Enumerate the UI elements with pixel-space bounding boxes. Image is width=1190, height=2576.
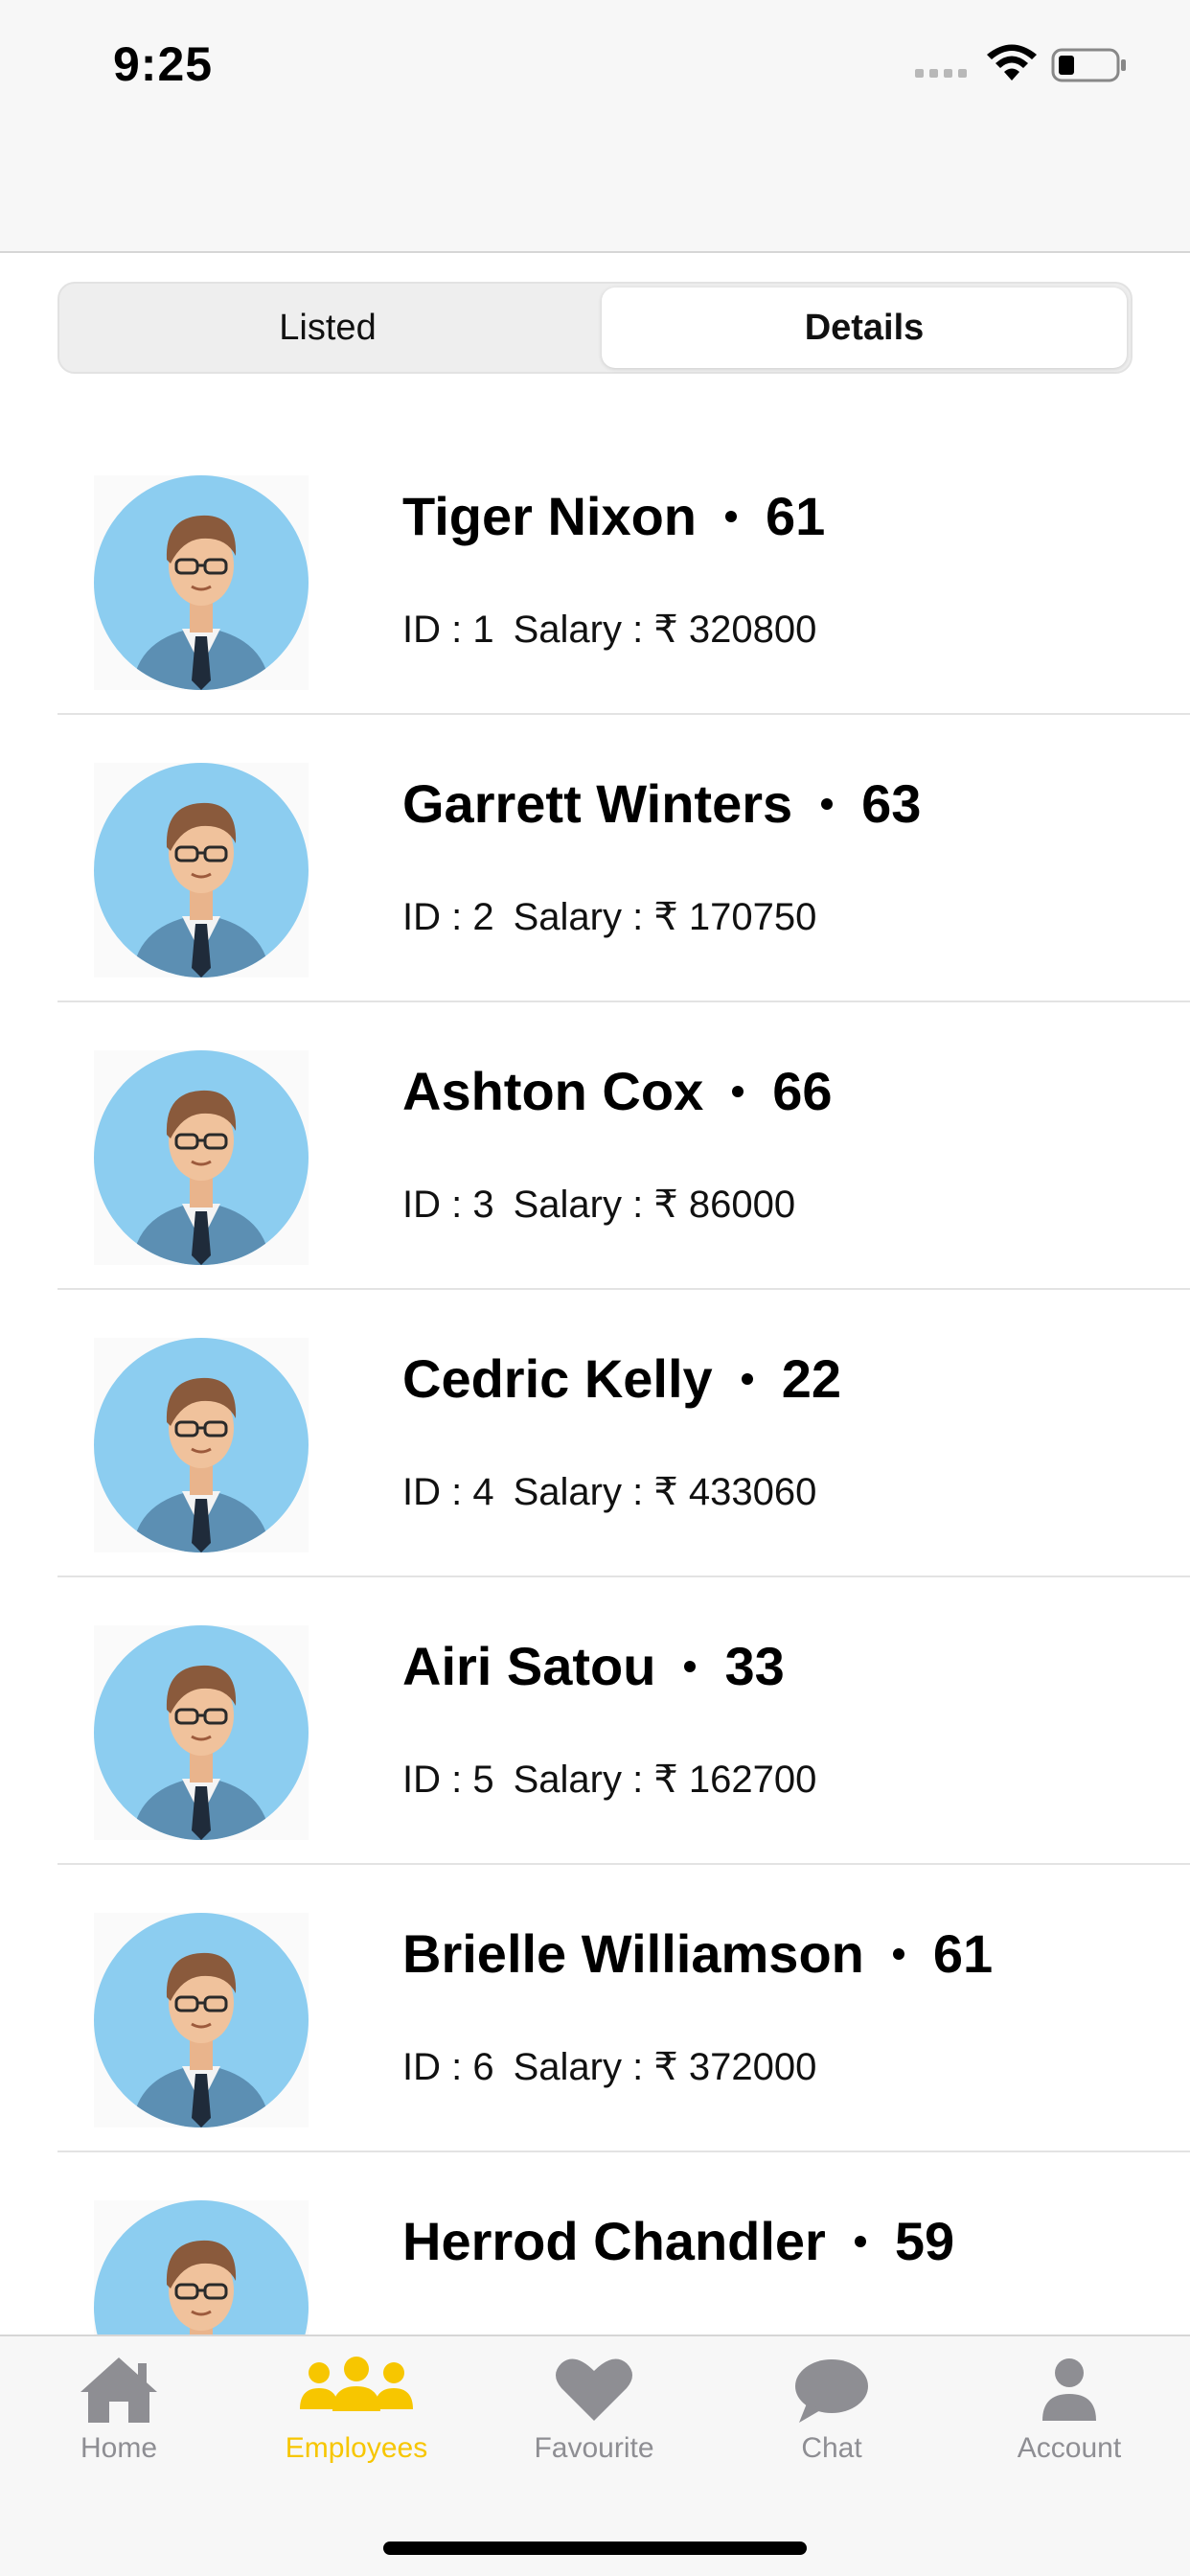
- avatar: [94, 475, 309, 690]
- tab-chat[interactable]: Chat: [726, 2354, 937, 2497]
- employee-age: 63: [861, 773, 922, 834]
- tab-label: Employees: [285, 2432, 428, 2464]
- heart-icon: [556, 2358, 632, 2421]
- employee-age: 22: [781, 1348, 841, 1409]
- avatar: [94, 2200, 309, 2334]
- employee-avatar-icon: [94, 1050, 309, 1265]
- tab-label: Chat: [801, 2432, 862, 2464]
- employee-age: 61: [766, 486, 826, 546]
- separator-dot: [725, 510, 738, 522]
- employee-age: 59: [894, 2211, 955, 2271]
- status-time: 9:25: [113, 37, 214, 91]
- employee-row[interactable]: Airi Satou 33 ID : 5 Salary : ₹ 162700: [0, 1577, 1190, 1865]
- employee-avatar-icon: [94, 1913, 309, 2128]
- employee-name: Garrett Winters: [402, 773, 793, 834]
- employee-row[interactable]: Tiger Nixon 61 ID : 1 Salary : ₹ 320800: [0, 427, 1190, 715]
- chat-bubble-icon: [795, 2359, 868, 2423]
- separator-dot: [854, 2235, 866, 2247]
- tab-account[interactable]: Account: [964, 2354, 1175, 2497]
- home-indicator: [383, 2542, 807, 2555]
- employee-salary: Salary : ₹ 170750: [513, 896, 817, 938]
- employee-name: Tiger Nixon: [402, 486, 698, 546]
- employee-row[interactable]: Brielle Williamson 61 ID : 6 Salary : ₹ 37…: [0, 1865, 1190, 2152]
- employee-id: ID : 3: [402, 1184, 494, 1226]
- avatar: [94, 1625, 309, 1840]
- employee-salary: Salary : ₹ 86000: [513, 1184, 796, 1226]
- separator-dot: [732, 1085, 744, 1097]
- employee-avatar-icon: [94, 763, 309, 978]
- wifi-icon: [987, 44, 1037, 80]
- tab-employees[interactable]: Employees: [251, 2354, 462, 2497]
- employee-name: Ashton Cox: [402, 1061, 704, 1121]
- employee-row[interactable]: Cedric Kelly 22 ID : 4 Salary : ₹ 433060: [0, 1290, 1190, 1577]
- employee-row[interactable]: Herrod Chandler 59: [0, 2152, 1190, 2334]
- tab-favourite[interactable]: Favourite: [489, 2354, 699, 2497]
- battery-icon: [1051, 48, 1126, 82]
- segment-details[interactable]: Details: [602, 288, 1127, 368]
- employee-avatar-icon: [94, 2200, 309, 2334]
- employee-salary: Salary : ₹ 372000: [513, 2046, 817, 2088]
- home-icon: [80, 2358, 157, 2423]
- employee-avatar-icon: [94, 1338, 309, 1552]
- view-mode-segmented-control: Listed Details: [57, 282, 1133, 374]
- segment-listed[interactable]: Listed: [65, 288, 590, 368]
- employee-name: Brielle Williamson: [402, 1923, 864, 1984]
- employee-age: 33: [724, 1636, 785, 1696]
- person-icon: [1042, 2358, 1096, 2421]
- avatar: [94, 1913, 309, 2128]
- employee-name: Herrod Chandler: [402, 2211, 826, 2271]
- avatar: [94, 1338, 309, 1552]
- employee-id: ID : 4: [402, 1471, 494, 1513]
- employee-id: ID : 2: [402, 896, 494, 938]
- status-bar: 9:25: [0, 0, 1190, 253]
- avatar: [94, 763, 309, 978]
- employee-id: ID : 5: [402, 1759, 494, 1801]
- employee-salary: Salary : ₹ 433060: [513, 1471, 817, 1513]
- bottom-tab-bar: Home Employees Favourite Chat Account: [0, 2334, 1190, 2576]
- cellular-signal-icon: [915, 69, 967, 78]
- employee-row[interactable]: Ashton Cox 66 ID : 3 Salary : ₹ 86000: [0, 1002, 1190, 1290]
- employee-age: 61: [932, 1923, 994, 1984]
- employee-avatar-icon: [94, 475, 309, 690]
- employee-salary: Salary : ₹ 162700: [513, 1759, 817, 1801]
- tab-home[interactable]: Home: [13, 2354, 224, 2497]
- avatar: [94, 1050, 309, 1265]
- employee-row[interactable]: Garrett Winters 63 ID : 2 Salary : ₹ 17075…: [0, 715, 1190, 1002]
- employee-age: 66: [772, 1061, 833, 1121]
- separator-dot: [892, 1947, 904, 1960]
- people-icon: [300, 2357, 413, 2411]
- separator-dot: [741, 1372, 753, 1385]
- tab-label: Account: [1017, 2432, 1122, 2464]
- tab-label: Favourite: [534, 2432, 654, 2464]
- employee-avatar-icon: [94, 1625, 309, 1840]
- tab-label: Home: [80, 2432, 158, 2464]
- separator-dot: [821, 797, 834, 810]
- employee-list[interactable]: Tiger Nixon 61 ID : 1 Salary : ₹ 320800 Ga…: [0, 427, 1190, 2334]
- employee-id: ID : 6: [402, 2046, 494, 2088]
- separator-dot: [684, 1660, 697, 1672]
- employee-name: Cedric Kelly: [402, 1348, 713, 1409]
- employee-name: Airi Satou: [402, 1636, 656, 1696]
- employee-id: ID : 1: [402, 609, 494, 651]
- employee-salary: Salary : ₹ 320800: [513, 609, 817, 651]
